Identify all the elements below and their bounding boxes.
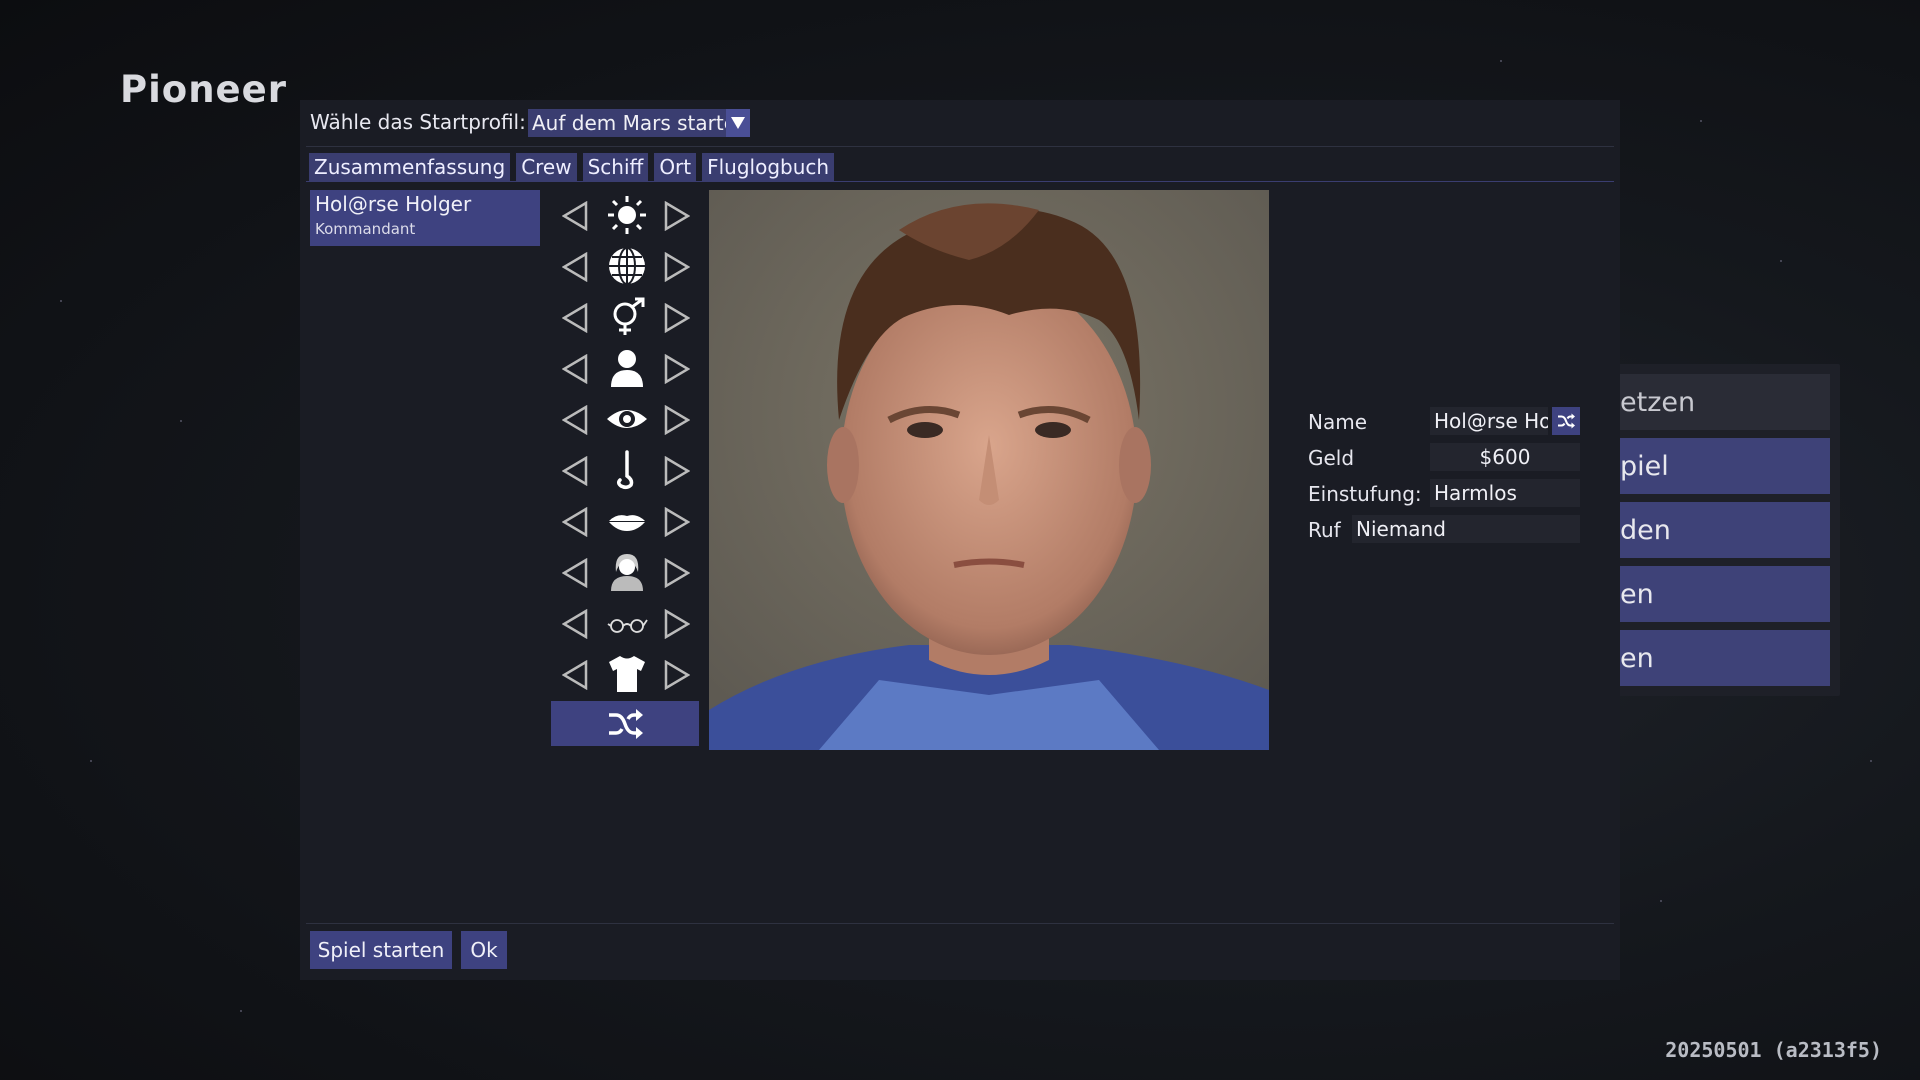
arrow-right-icon[interactable] [664, 660, 690, 690]
randomize-face-button[interactable] [551, 701, 699, 746]
character-portrait [709, 190, 1269, 750]
arrow-left-icon[interactable] [562, 405, 588, 435]
arrow-left-icon[interactable] [562, 456, 588, 486]
nose-icon [605, 448, 649, 492]
globe-icon [605, 244, 649, 288]
arrow-left-icon[interactable] [562, 660, 588, 690]
divider [306, 923, 1614, 924]
start-profile-dialog: Wähle das Startprofil: Auf dem Mars star… [300, 100, 1620, 980]
arrow-right-icon[interactable] [664, 354, 690, 384]
tab-bar: Zusammenfassung Crew Schiff Ort Fluglogb… [309, 153, 835, 181]
divider [306, 181, 1614, 182]
feature-row-accessories [562, 597, 692, 648]
chevron-down-icon[interactable] [726, 109, 750, 137]
main-menu-item-4[interactable]: en [1610, 566, 1830, 622]
arrow-right-icon[interactable] [664, 558, 690, 588]
crew-list-item[interactable]: Hol@rse Holger Kommandant [310, 190, 540, 246]
tab-crew[interactable]: Crew [516, 153, 577, 181]
arrow-right-icon[interactable] [664, 609, 690, 639]
money-label: Geld [1308, 446, 1355, 470]
ok-button[interactable]: Ok [461, 931, 507, 969]
tab-ship[interactable]: Schiff [582, 153, 649, 181]
arrow-right-icon[interactable] [664, 303, 690, 333]
randomize-name-button[interactable] [1552, 407, 1580, 435]
hair-icon [605, 550, 649, 594]
reputation-value: Niemand [1352, 515, 1580, 543]
crew-name: Hol@rse Holger [315, 192, 472, 216]
info-row-money: Geld $600 [1308, 442, 1580, 478]
start-game-button[interactable]: Spiel starten [310, 931, 452, 969]
feature-row-head [562, 342, 692, 393]
feature-row-gender [562, 291, 692, 342]
info-row-reputation: Ruf Niemand [1308, 514, 1580, 550]
tab-summary[interactable]: Zusammenfassung [309, 153, 511, 181]
version-label: 20250501 (a2313f5) [1665, 1038, 1882, 1062]
profile-dropdown-value: Auf dem Mars starten [532, 111, 726, 135]
profile-label: Wähle das Startprofil: [310, 110, 526, 134]
arrow-left-icon[interactable] [562, 252, 588, 282]
arrow-right-icon[interactable] [664, 456, 690, 486]
feature-row-nose [562, 444, 692, 495]
arrow-right-icon[interactable] [664, 201, 690, 231]
feature-row-hair [562, 546, 692, 597]
feature-row-brightness [562, 189, 692, 240]
rating-value: Harmlos [1430, 479, 1580, 507]
arrow-right-icon[interactable] [664, 507, 690, 537]
arrow-left-icon[interactable] [562, 609, 588, 639]
gender-icon [605, 295, 649, 339]
tab-logbook[interactable]: Fluglogbuch [702, 153, 835, 181]
feature-row-mouth [562, 495, 692, 546]
shuffle-icon [609, 708, 643, 739]
profile-dropdown[interactable]: Auf dem Mars starten [528, 109, 750, 137]
character-info: Name Hol@rse Holger Geld $600 Einstufung… [1308, 406, 1580, 550]
shirt-icon [605, 652, 649, 696]
rating-label: Einstufung: [1308, 482, 1422, 506]
arrow-left-icon[interactable] [562, 558, 588, 588]
feature-row-eyes [562, 393, 692, 444]
app-logo: Pioneer [120, 68, 287, 111]
feature-row-ethnicity [562, 240, 692, 291]
person-icon [605, 346, 649, 390]
arrow-left-icon[interactable] [562, 507, 588, 537]
money-value: $600 [1430, 443, 1580, 471]
main-menu-item-3[interactable]: den [1610, 502, 1830, 558]
crew-role: Kommandant [315, 220, 416, 238]
feature-row-clothes [562, 648, 692, 699]
arrow-left-icon[interactable] [562, 303, 588, 333]
name-label: Name [1308, 410, 1368, 434]
arrow-right-icon[interactable] [664, 252, 690, 282]
arrow-right-icon[interactable] [664, 405, 690, 435]
arrow-left-icon[interactable] [562, 201, 588, 231]
shuffle-icon [1558, 413, 1575, 429]
tab-location[interactable]: Ort [654, 153, 697, 181]
main-menu-item-2[interactable]: piel [1610, 438, 1830, 494]
sun-icon [605, 193, 649, 237]
info-row-name: Name Hol@rse Holger [1308, 406, 1580, 442]
arrow-left-icon[interactable] [562, 354, 588, 384]
lips-icon [605, 499, 649, 543]
glasses-icon [605, 601, 649, 645]
main-menu-item-1[interactable]: etzen [1610, 374, 1830, 430]
reputation-label: Ruf [1308, 518, 1341, 542]
info-row-rating: Einstufung: Harmlos [1308, 478, 1580, 514]
eye-icon [605, 397, 649, 441]
divider [306, 146, 1614, 147]
name-field[interactable]: Hol@rse Holger [1430, 407, 1548, 435]
main-menu-item-5[interactable]: en [1610, 630, 1830, 686]
